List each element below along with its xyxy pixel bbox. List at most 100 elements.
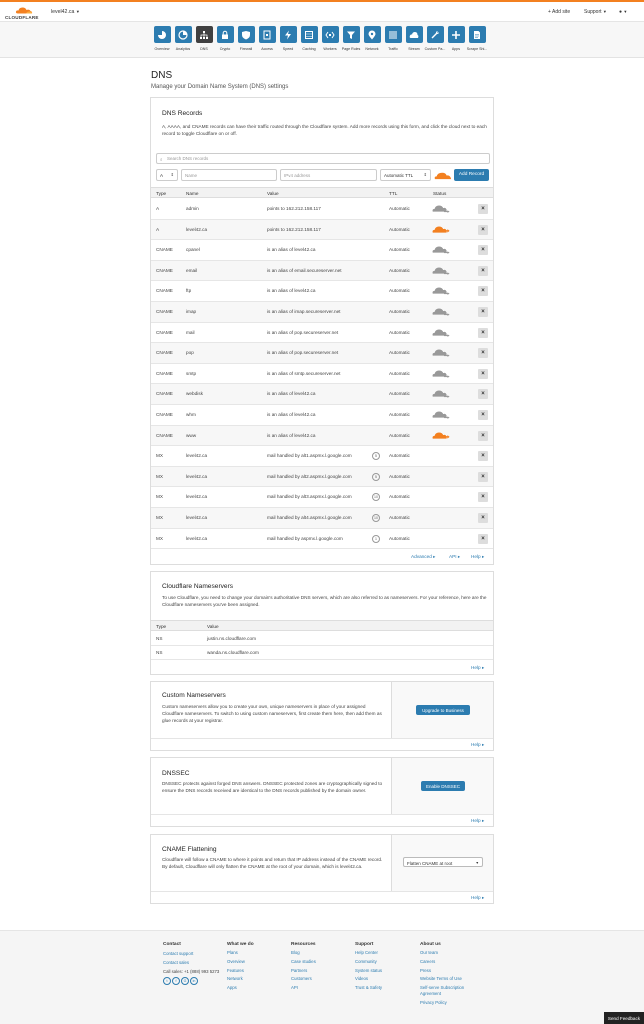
record-name[interactable]: imap: [186, 309, 196, 314]
record-name[interactable]: level42.ca: [186, 494, 207, 499]
table-row[interactable]: Alevel42.ca points to 162.212.158.117 Auto…: [151, 219, 493, 241]
record-value[interactable]: is an alias of email.secureserver.net: [267, 268, 342, 273]
record-value[interactable]: is an alias of imap.secureserver.net: [267, 309, 340, 314]
footer-link[interactable]: Case studies: [291, 959, 316, 965]
cloudflare-logo[interactable]: CLOUDFLARE: [5, 6, 41, 20]
record-value[interactable]: is an alias of smtp.secureserver.net: [267, 371, 340, 376]
nav-item-firewall[interactable]: Firewall: [236, 26, 256, 51]
proxied-cloud-icon[interactable]: [432, 224, 450, 236]
delete-record-button[interactable]: ×: [478, 245, 488, 256]
support-menu[interactable]: Support ▼: [584, 9, 607, 15]
footer-link[interactable]: Plans: [227, 950, 254, 956]
record-value[interactable]: mail handled by aspmx.l.google.com: [267, 536, 343, 541]
twitter-icon[interactable]: t: [163, 977, 171, 986]
record-value[interactable]: is an alias of level42.ca: [267, 412, 315, 417]
footer-link[interactable]: Self-serve Subscription Agreement: [420, 985, 480, 997]
record-ttl[interactable]: Automatic: [389, 515, 410, 520]
table-row[interactable]: MX level42.ca mail handled by alt1.aspmx.l…: [151, 446, 493, 467]
nav-item-analytics[interactable]: Analytics: [173, 26, 193, 51]
nav-item-apps[interactable]: Apps: [446, 26, 466, 51]
delete-record-button[interactable]: ×: [478, 430, 488, 441]
dns-only-cloud-icon[interactable]: [432, 285, 450, 297]
nav-item-crypto[interactable]: Crypto: [215, 26, 235, 51]
footer-link[interactable]: Features: [227, 968, 254, 974]
record-ttl[interactable]: Automatic: [389, 453, 410, 458]
delete-record-button[interactable]: ×: [478, 451, 488, 462]
record-value[interactable]: is an alias of level42.ca: [267, 433, 315, 438]
record-ttl[interactable]: Automatic: [389, 433, 410, 438]
upgrade-to-business-button[interactable]: Upgrade to Business: [416, 705, 470, 715]
record-ttl[interactable]: Automatic: [389, 412, 410, 417]
record-ttl[interactable]: Automatic: [389, 247, 410, 252]
help-link[interactable]: Help ▸: [471, 742, 484, 748]
contact-support-link[interactable]: Contact support: [163, 950, 219, 959]
table-row[interactable]: CNAME imap is an alias of imap.secureserve…: [151, 302, 493, 323]
add-site-link[interactable]: + Add site: [548, 9, 570, 15]
record-name[interactable]: ftp: [186, 288, 191, 293]
nav-item-scrape-shi[interactable]: Scrape Shi...: [467, 26, 487, 51]
nav-item-page-rules[interactable]: Page Rules: [341, 26, 361, 51]
proxy-cloud-toggle-icon[interactable]: [434, 171, 452, 180]
table-row[interactable]: Aadmin points to 162.212.158.117 Automatic…: [151, 199, 493, 220]
delete-record-button[interactable]: ×: [478, 307, 488, 317]
record-value-input[interactable]: IPv4 address: [280, 169, 377, 181]
nav-item-workers[interactable]: Workers: [320, 26, 340, 51]
footer-link[interactable]: System status: [355, 968, 382, 974]
dns-only-cloud-icon[interactable]: [432, 368, 450, 380]
footer-link[interactable]: Careers: [420, 959, 480, 965]
footer-link[interactable]: Apps: [227, 985, 254, 991]
help-link[interactable]: Help ▸: [471, 554, 484, 560]
delete-record-button[interactable]: ×: [478, 513, 488, 523]
footer-link[interactable]: Website Terms of Use: [420, 976, 480, 982]
footer-link[interactable]: Network: [227, 976, 254, 982]
proxied-cloud-icon[interactable]: [432, 430, 450, 442]
table-row[interactable]: CNAME webdisk is an alias of level42.ca Aut…: [151, 384, 493, 405]
footer-link[interactable]: Blog: [291, 950, 316, 956]
table-row[interactable]: CNAME smtp is an alias of smtp.secureserve…: [151, 364, 493, 385]
table-row[interactable]: MX level42.ca mail handled by alt4.aspmx.l…: [151, 508, 493, 529]
footer-link[interactable]: Videos: [355, 976, 382, 982]
record-type-select[interactable]: A ⇕: [156, 169, 178, 181]
add-record-button[interactable]: Add Record: [454, 169, 489, 181]
record-ttl[interactable]: Automatic: [389, 494, 410, 499]
record-ttl[interactable]: Automatic: [389, 371, 410, 376]
record-value[interactable]: mail handled by alt2.aspmx.l.google.com: [267, 474, 352, 479]
nav-item-overview[interactable]: Overview: [152, 26, 172, 51]
table-row[interactable]: CNAME cpanel is an alias of level42.ca Auto…: [151, 240, 493, 261]
nav-item-network[interactable]: Network: [362, 26, 382, 51]
delete-record-button[interactable]: ×: [478, 348, 488, 359]
delete-record-button[interactable]: ×: [478, 533, 488, 544]
delete-record-button[interactable]: ×: [478, 492, 488, 503]
nav-item-access[interactable]: Access: [257, 26, 277, 51]
record-ttl[interactable]: Automatic: [389, 391, 410, 396]
footer-link[interactable]: API: [291, 985, 316, 991]
record-name[interactable]: level42.ca: [186, 474, 207, 479]
table-row[interactable]: MX level42.ca mail handled by alt2.aspmx.l…: [151, 466, 493, 488]
delete-record-button[interactable]: ×: [478, 286, 488, 297]
record-name[interactable]: pop: [186, 350, 194, 355]
table-row[interactable]: CNAME www is an alias of level42.ca Automat…: [151, 425, 493, 447]
record-name[interactable]: cpanel: [186, 247, 200, 252]
help-link[interactable]: Help ▸: [471, 818, 484, 824]
google-plus-icon[interactable]: G: [181, 977, 189, 986]
cname-flattening-select[interactable]: Flatten CNAME at root ▼: [403, 857, 483, 867]
footer-link[interactable]: Help Center: [355, 950, 382, 956]
dns-only-cloud-icon[interactable]: [432, 327, 450, 339]
record-name[interactable]: whm: [186, 412, 196, 417]
record-name[interactable]: webdisk: [186, 391, 203, 396]
record-name-input[interactable]: Name: [181, 169, 277, 181]
record-ttl[interactable]: Automatic: [389, 268, 410, 273]
delete-record-button[interactable]: ×: [478, 327, 488, 338]
record-ttl[interactable]: Automatic: [389, 330, 410, 335]
linkedin-icon[interactable]: in: [190, 977, 198, 986]
dns-only-cloud-icon[interactable]: [432, 203, 450, 215]
table-row[interactable]: CNAME pop is an alias of pop.secureserver.…: [151, 343, 493, 364]
contact-sales-link[interactable]: Contact sales: [163, 959, 219, 968]
table-row[interactable]: MX level42.ca mail handled by aspmx.l.goog…: [151, 529, 493, 550]
dns-only-cloud-icon[interactable]: [432, 388, 450, 400]
table-row[interactable]: CNAME email is an alias of email.secureser…: [151, 260, 493, 282]
record-value[interactable]: is an alias of level42.ca: [267, 288, 315, 293]
record-ttl[interactable]: Automatic: [389, 350, 410, 355]
footer-link[interactable]: Community: [355, 959, 382, 965]
nav-item-custom-pa[interactable]: Custom Pa...: [425, 26, 445, 51]
